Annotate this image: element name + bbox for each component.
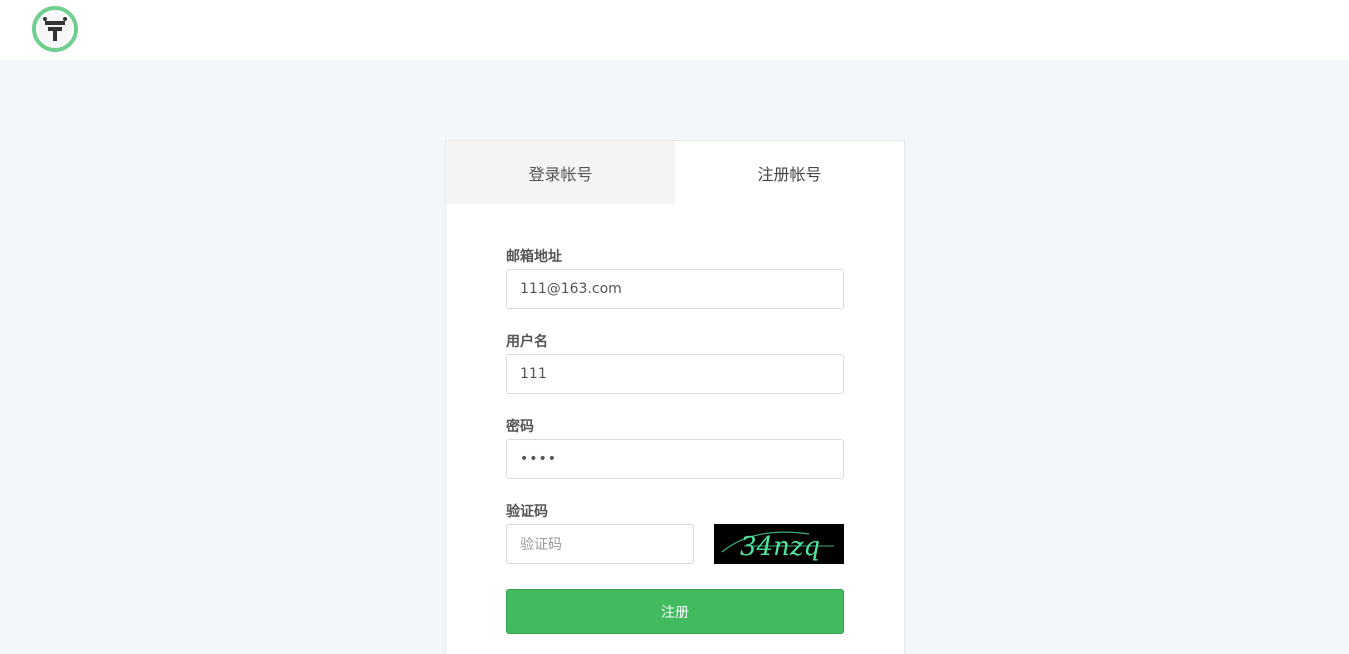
register-button[interactable]: 注册 <box>506 589 844 634</box>
email-label: 邮箱地址 <box>506 249 562 265</box>
tab-register[interactable]: 注册帐号 <box>675 141 904 204</box>
username-label: 用户名 <box>506 334 548 350</box>
logo-icon[interactable] <box>30 5 80 53</box>
password-field[interactable]: •••• <box>506 439 844 479</box>
tab-login[interactable]: 登录帐号 <box>446 141 675 204</box>
auth-card: 登录帐号 注册帐号 邮箱地址 111@163.com 用户名 111 密码 ••… <box>445 140 905 654</box>
captcha-image[interactable]: 34nzq <box>714 524 844 564</box>
username-field[interactable]: 111 <box>506 354 844 394</box>
email-field[interactable]: 111@163.com <box>506 269 844 309</box>
auth-tabs: 登录帐号 注册帐号 <box>446 141 904 204</box>
password-label: 密码 <box>506 419 534 435</box>
captcha-text: 34nzq <box>740 532 820 562</box>
captcha-input[interactable]: 验证码 <box>506 524 694 564</box>
password-mask: •••• <box>520 451 558 467</box>
top-bar <box>0 0 1349 60</box>
captcha-label: 验证码 <box>506 504 548 520</box>
